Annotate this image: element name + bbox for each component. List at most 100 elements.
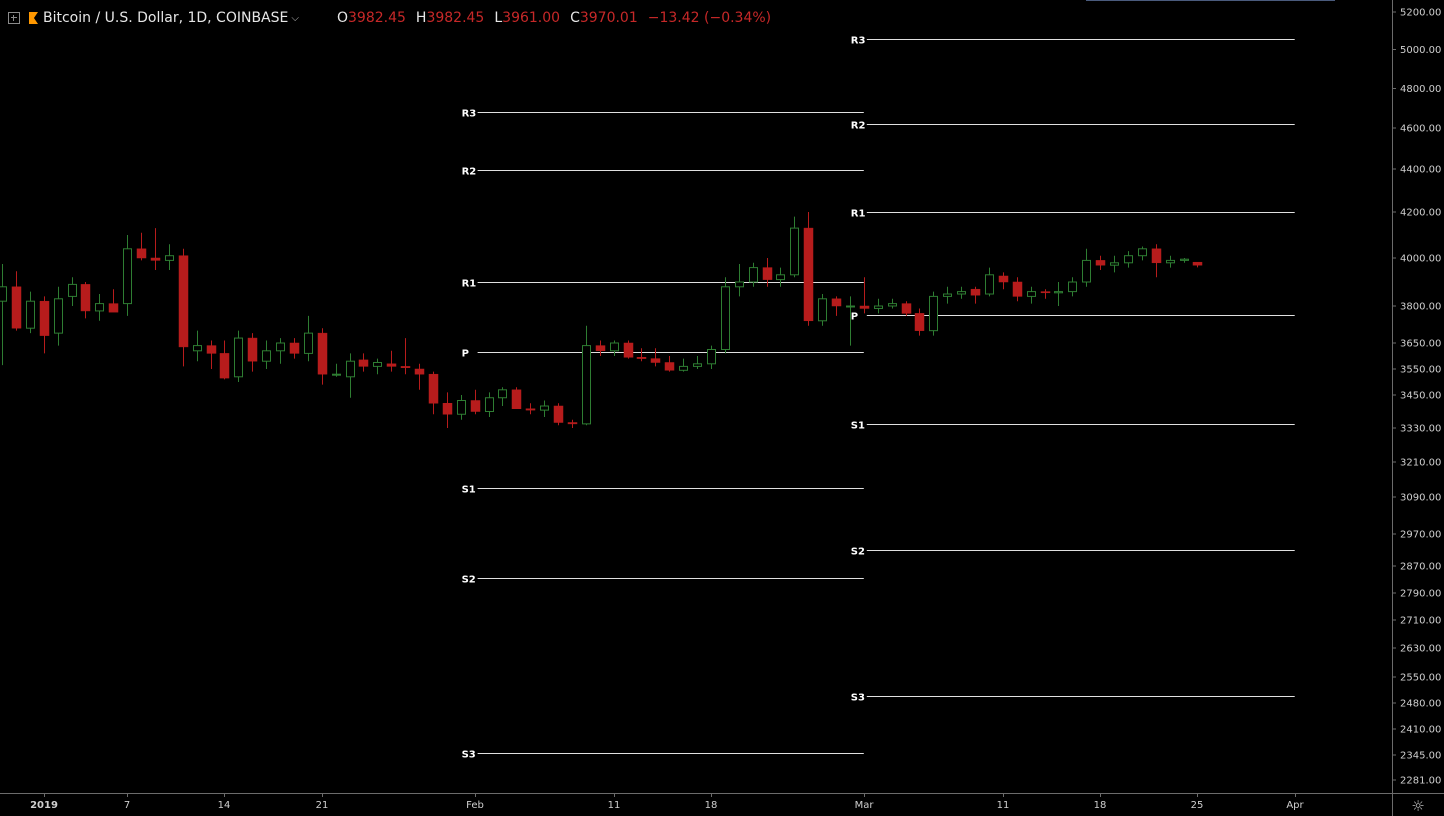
candle [178, 248, 189, 367]
price-tick-label: 4200.00 [1400, 208, 1441, 219]
time-axis[interactable]: 2019 7 14 21 Feb 11 18 Mar 11 18 25 Apr [0, 793, 1444, 811]
pivot-label-march-r3: R3 [851, 36, 866, 47]
pivot-label-march-s3: S3 [851, 693, 865, 704]
pivot-label-february-r2: R2 [462, 167, 477, 178]
candle [790, 216, 799, 278]
candle [80, 282, 91, 319]
symbol-title[interactable]: Bitcoin / U.S. Dollar, 1D, COINBASE [43, 10, 288, 26]
price-tick-label: 2410.00 [1400, 725, 1441, 736]
candle [39, 296, 50, 354]
candle [276, 338, 285, 364]
pivot-label-february-s2: S2 [462, 575, 476, 586]
candle [234, 330, 243, 382]
candle [289, 338, 300, 359]
price-axis[interactable]: 5200.00 5000.00 4800.00 4600.00 4400.00 4200.… [1392, 0, 1441, 816]
candle [693, 356, 702, 369]
candle [735, 264, 744, 297]
high-label: H [415, 10, 427, 26]
expand-plus-icon[interactable] [8, 12, 20, 24]
candle [1192, 261, 1203, 268]
candle [749, 262, 758, 287]
candle [803, 212, 814, 326]
candle [1082, 248, 1091, 287]
chevron-down-icon[interactable]: ⌵ [291, 13, 299, 24]
open-value: 3982.45 [348, 10, 406, 26]
low-value: 3961.00 [502, 10, 561, 26]
candle [721, 277, 730, 354]
candle [776, 267, 785, 287]
candle [1138, 246, 1147, 261]
candle [567, 419, 578, 428]
candle [219, 340, 230, 380]
price-tick-label: 5000.00 [1400, 45, 1441, 56]
candle [914, 308, 925, 336]
candle [26, 291, 35, 334]
candle [1040, 289, 1051, 299]
price-tick-label: 2480.00 [1400, 699, 1441, 710]
candle [1180, 258, 1189, 263]
candle [470, 389, 481, 415]
candle [373, 358, 382, 375]
price-tick-label: 3210.00 [1400, 458, 1441, 469]
pivot-label-march-s2: S2 [851, 547, 865, 558]
pivot-label-march-r2: R2 [851, 121, 866, 132]
price-tick-label: 3550.00 [1400, 365, 1441, 376]
candle [95, 294, 104, 321]
price-tick-label: 5200.00 [1400, 8, 1441, 19]
candle [262, 340, 271, 369]
candle [553, 403, 564, 426]
candle [540, 400, 549, 417]
candle [123, 235, 132, 316]
candle [165, 244, 174, 270]
price-chart[interactable]: R3 R2 R1 P S1 S2 S3 R3 R2 R1 P S1 S2 S3 5200.00 5000.0… [0, 0, 1444, 816]
candle [511, 387, 522, 409]
candle [414, 363, 425, 390]
price-tick-label: 2970.00 [1400, 530, 1441, 541]
candle [985, 267, 994, 297]
candle [1027, 286, 1036, 304]
time-tick-label: 2019 [30, 800, 58, 811]
candle [610, 340, 619, 356]
time-tick-label: 18 [705, 800, 718, 811]
candle [818, 294, 827, 326]
time-tick-label: Mar [855, 800, 875, 811]
time-tick-label: Feb [466, 800, 484, 811]
candle [874, 298, 883, 314]
candle [679, 358, 688, 372]
price-tick-label: 4800.00 [1400, 84, 1441, 95]
candle [650, 348, 661, 367]
candle [0, 264, 7, 366]
time-tick-label: 7 [124, 800, 130, 811]
candle [1012, 277, 1023, 302]
candle [498, 387, 507, 406]
candle [998, 272, 1009, 290]
candles [0, 212, 1203, 428]
price-tick-label: 2345.00 [1400, 751, 1441, 762]
candle [943, 286, 952, 304]
time-tick-label: 18 [1094, 800, 1107, 811]
pivot-label-february-r3: R3 [462, 109, 477, 120]
candle [206, 340, 217, 369]
candle [1124, 251, 1133, 268]
candle [1068, 277, 1077, 297]
price-tick-label: 3800.00 [1400, 302, 1441, 313]
candle [929, 291, 938, 336]
candle [11, 271, 22, 331]
candle [317, 328, 328, 385]
candle [623, 340, 634, 359]
time-tick-label: Apr [1286, 800, 1304, 811]
symbol-legend: Bitcoin / U.S. Dollar, 1D, COINBASE ⌵ O3… [8, 7, 771, 29]
candle [304, 315, 313, 362]
price-tick-label: 3450.00 [1400, 391, 1441, 402]
candle [664, 356, 675, 372]
price-tick-label: 2870.00 [1400, 562, 1441, 573]
candle [150, 228, 161, 270]
price-tick-label: 2790.00 [1400, 589, 1441, 600]
candle [831, 296, 842, 316]
candle [595, 340, 606, 356]
gear-icon[interactable]: ☼ [1409, 797, 1427, 815]
price-tick-label: 2550.00 [1400, 673, 1441, 684]
candle [54, 286, 63, 346]
candle [970, 286, 981, 304]
candle [247, 333, 258, 372]
